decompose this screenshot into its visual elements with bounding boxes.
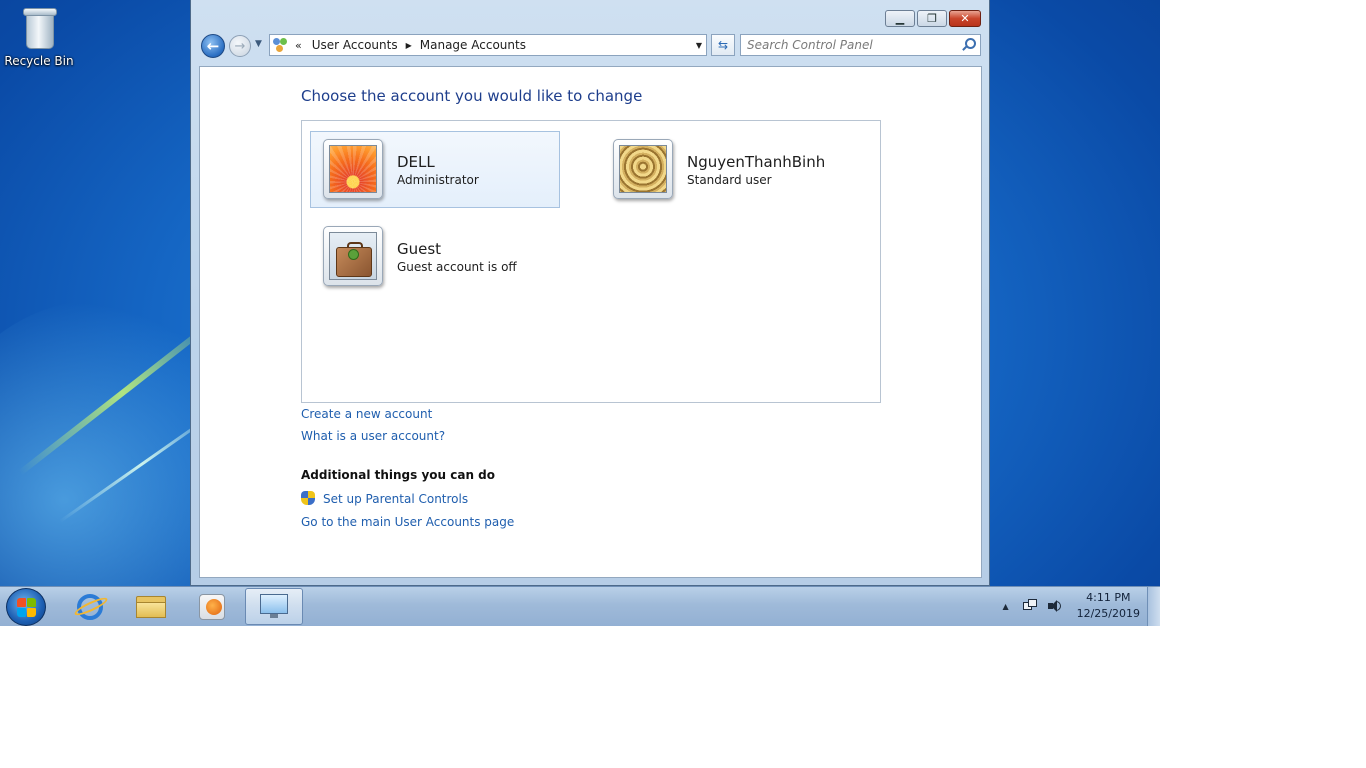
- back-arrow-icon: ←: [206, 37, 220, 55]
- show-desktop-button[interactable]: [1147, 587, 1160, 626]
- user-accounts-window: ▁ ❐ ✕ ← → ▼ « User Accounts ▶ Manage Acc…: [190, 0, 990, 586]
- what-is-account-link[interactable]: What is a user account?: [301, 429, 445, 443]
- briefcase-picture-icon: [329, 232, 377, 280]
- account-name: Guest: [397, 240, 442, 258]
- maximize-button[interactable]: ❐: [917, 10, 947, 27]
- windows-logo-icon: [17, 598, 26, 607]
- account-role: Administrator: [397, 173, 479, 187]
- desktop-icon-recycle-bin[interactable]: Recycle Bin: [4, 6, 74, 68]
- account-role: Guest account is off: [397, 260, 517, 274]
- account-picture-frame: [323, 139, 383, 199]
- account-role: Standard user: [687, 173, 772, 187]
- breadcrumb-user-accounts[interactable]: User Accounts: [312, 38, 398, 52]
- breadcrumb-manage-accounts[interactable]: Manage Accounts: [420, 38, 526, 52]
- account-name: NguyenThanhBinh: [687, 153, 826, 171]
- navigation-bar: ← → ▼ « User Accounts ▶ Manage Accounts …: [199, 33, 983, 59]
- close-icon: ✕: [960, 12, 970, 25]
- control-panel-icon: [260, 593, 288, 620]
- search-icon[interactable]: [960, 37, 976, 53]
- taskbar-windows-explorer[interactable]: [122, 588, 180, 625]
- notification-area: ▲ 4:11 PM 12/25/2019: [1002, 587, 1146, 625]
- forward-arrow-icon: →: [234, 38, 246, 54]
- network-icon[interactable]: [1022, 599, 1037, 613]
- search-input[interactable]: [741, 37, 960, 53]
- shell-picture-icon: [619, 145, 667, 193]
- folder-icon: [136, 595, 166, 618]
- media-player-icon: [199, 593, 225, 620]
- recycle-bin-icon: [23, 6, 57, 49]
- address-dropdown-icon[interactable]: ▼: [696, 41, 702, 50]
- page-title: Choose the account you would like to cha…: [301, 87, 643, 105]
- search-box[interactable]: [740, 34, 981, 56]
- breadcrumb-separator-icon[interactable]: ▶: [406, 41, 412, 50]
- back-button[interactable]: ←: [201, 34, 225, 58]
- taskbar: ▲ 4:11 PM 12/25/2019: [0, 586, 1160, 626]
- account-picture-frame: [323, 226, 383, 286]
- main-user-accounts-link[interactable]: Go to the main User Accounts page: [301, 515, 514, 529]
- taskbar-media-player[interactable]: [183, 588, 241, 625]
- refresh-button[interactable]: ⇆: [711, 34, 735, 56]
- address-bar[interactable]: « User Accounts ▶ Manage Accounts ▼: [269, 34, 707, 56]
- recent-pages-button[interactable]: ▼: [255, 39, 262, 49]
- flower-picture-icon: [329, 145, 377, 193]
- forward-button[interactable]: →: [229, 35, 251, 57]
- account-name: DELL: [397, 153, 435, 171]
- account-tile-dell[interactable]: DELL Administrator: [310, 131, 560, 208]
- start-button[interactable]: [6, 588, 46, 626]
- taskbar-control-panel[interactable]: [245, 588, 303, 625]
- close-button[interactable]: ✕: [949, 10, 981, 27]
- clock-date: 12/25/2019: [1076, 607, 1140, 620]
- minimize-icon: ▁: [895, 12, 905, 25]
- refresh-icon: ⇆: [717, 38, 729, 52]
- chevron-down-icon: ▼: [255, 39, 262, 49]
- maximize-icon: ❐: [927, 12, 937, 25]
- caption-buttons: ▁ ❐ ✕: [885, 10, 981, 27]
- breadcrumb-overflow[interactable]: «: [295, 39, 302, 52]
- clock-time: 4:11 PM: [1086, 591, 1131, 604]
- internet-explorer-icon: [77, 593, 103, 620]
- taskbar-internet-explorer[interactable]: [61, 588, 119, 625]
- account-tile-nguyenthanhbinh[interactable]: NguyenThanhBinh Standard user: [600, 131, 850, 208]
- accounts-list: DELL Administrator NguyenThanhBinh Stand…: [301, 120, 881, 403]
- parental-controls-link[interactable]: Set up Parental Controls: [323, 492, 468, 506]
- account-picture-frame: [613, 139, 673, 199]
- show-hidden-icons-button[interactable]: ▲: [1002, 602, 1008, 611]
- user-accounts-icon: [273, 37, 289, 53]
- create-account-link[interactable]: Create a new account: [301, 407, 432, 421]
- account-tile-guest[interactable]: Guest Guest account is off: [310, 218, 560, 295]
- desktop-icon-label: Recycle Bin: [4, 54, 74, 68]
- volume-icon[interactable]: [1047, 599, 1061, 613]
- content-pane: Choose the account you would like to cha…: [199, 66, 982, 578]
- additional-things-heading: Additional things you can do: [301, 468, 496, 482]
- desktop: Recycle Bin ▁ ❐ ✕ ← → ▼ « User Accounts …: [0, 0, 1160, 586]
- minimize-button[interactable]: ▁: [885, 10, 915, 27]
- clock[interactable]: 4:11 PM 12/25/2019: [1077, 590, 1140, 622]
- uac-shield-icon: [301, 491, 316, 507]
